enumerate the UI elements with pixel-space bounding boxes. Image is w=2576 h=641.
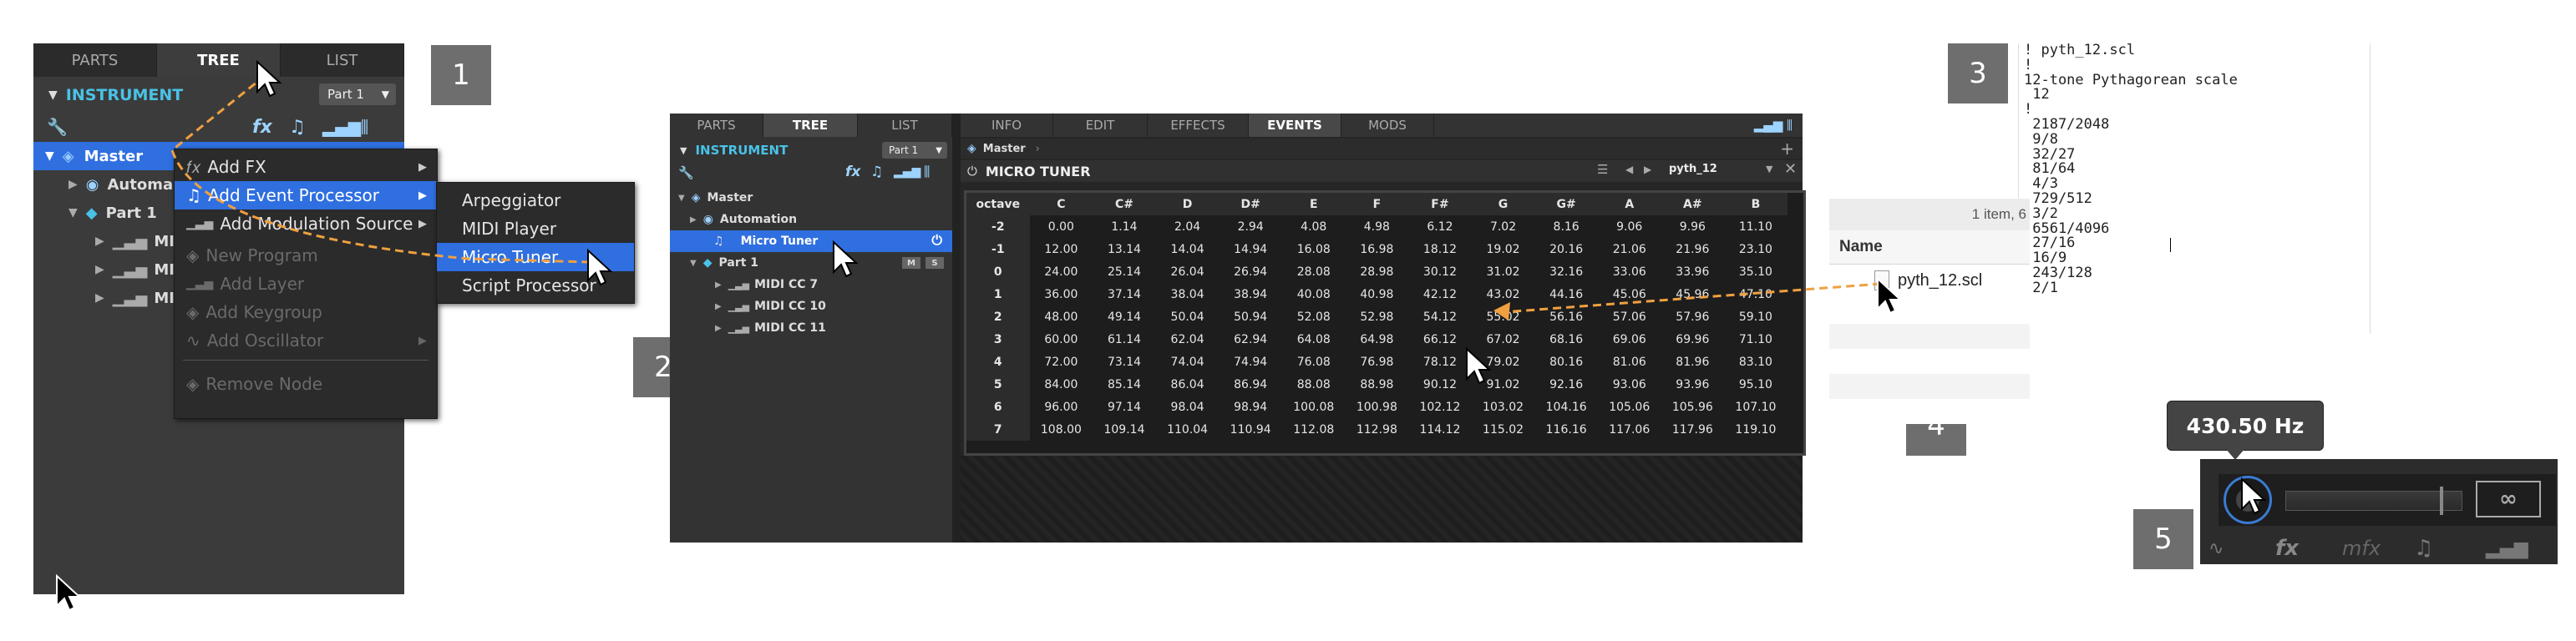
mouse-cursor-icon: [56, 573, 82, 612]
mouse-cursor-icon: [587, 248, 613, 286]
drag-overlay: [56, 59, 2267, 612]
mouse-cursor-icon: [2241, 477, 2267, 515]
drag-path-2: [1503, 282, 1882, 314]
mouse-cursor-icon: [256, 59, 282, 98]
drag-arrowhead: [1493, 302, 1510, 320]
drag-path-1: [170, 73, 591, 264]
mouse-cursor-icon: [1877, 276, 1903, 315]
mouse-cursor-icon: [1466, 346, 1492, 385]
mouse-cursor-icon: [833, 240, 859, 278]
